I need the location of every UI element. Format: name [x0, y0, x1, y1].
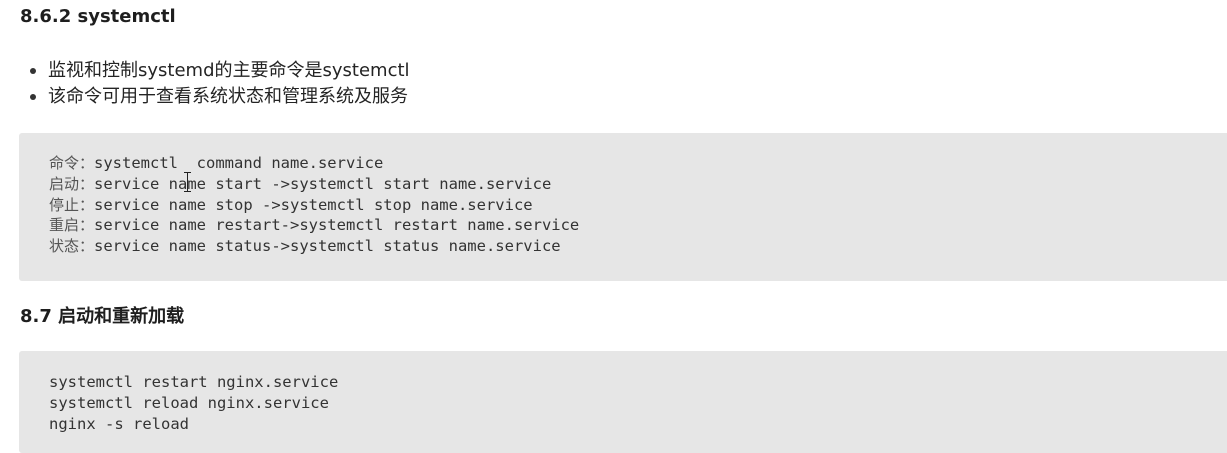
code-line: 重启：service name restart->systemctl resta…: [49, 215, 1227, 236]
bullet-text: 监视和控制systemd的主要命令是systemctl: [48, 60, 410, 81]
code-line-text: systemctl command name.service: [94, 154, 384, 172]
code-line-label: 停止：: [49, 195, 95, 214]
section-heading-reload: 8.7 启动和重新加载: [20, 306, 185, 327]
code-line-text: service name status->systemctl status na…: [94, 237, 561, 256]
code-line: 启动：service name start ->systemctl start …: [49, 174, 1227, 195]
code-line-label: 状态：: [49, 237, 95, 256]
section-heading-systemctl: 8.6.2 systemctl: [20, 6, 176, 27]
code-line-label: 启动：: [49, 174, 95, 193]
code-line: 状态：service name status->systemctl status…: [49, 236, 1227, 257]
code-line: systemctl reload nginx.service: [49, 393, 329, 412]
bullet-list: 监视和控制systemd的主要命令是systemctl 该命令可用于查看系统状态…: [30, 58, 410, 110]
code-line: 停止：service name stop ->systemctl stop na…: [49, 195, 1227, 216]
code-line-text: service name stop ->systemctl stop name.…: [94, 195, 533, 214]
code-line-label: 命令：: [49, 154, 95, 172]
list-item: 该命令可用于查看系统状态和管理系统及服务: [30, 84, 410, 110]
code-line-label: 重启：: [49, 216, 95, 235]
code-line: systemctl restart nginx.service: [49, 373, 339, 391]
code-line: nginx -s reload: [49, 414, 189, 433]
code-block-systemctl[interactable]: 命令：systemctl command name.service 启动：ser…: [19, 133, 1227, 281]
bullet-icon: [30, 94, 36, 100]
code-line: 命令：systemctl command name.service: [49, 153, 1227, 174]
document-page: 8.6.2 systemctl 监视和控制systemd的主要命令是system…: [0, 0, 1227, 453]
code-line-text: service name start ->systemctl start nam…: [94, 174, 552, 193]
code-block-reload[interactable]: systemctl restart nginx.service systemct…: [19, 351, 1227, 453]
bullet-icon: [30, 68, 36, 74]
list-item: 监视和控制systemd的主要命令是systemctl: [30, 58, 410, 84]
bullet-text: 该命令可用于查看系统状态和管理系统及服务: [48, 86, 408, 107]
code-line-text: service name restart->systemctl restart …: [94, 216, 580, 235]
